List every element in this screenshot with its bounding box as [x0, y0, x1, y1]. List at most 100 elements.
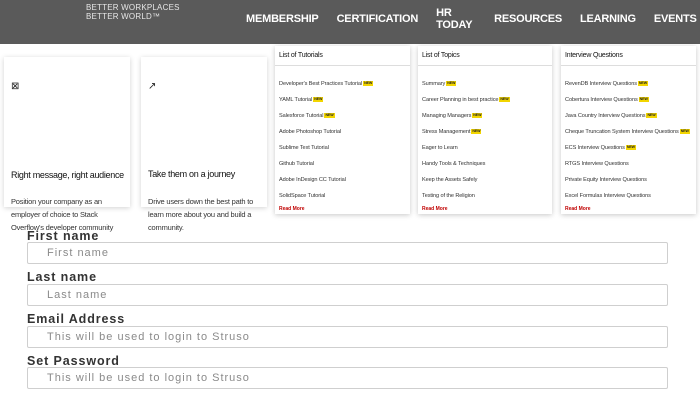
new-badge: NEW [313, 97, 324, 103]
panel-list: Developer's Best Practices Tutorial NEW YA… [279, 76, 374, 204]
panel-item-label: Github Tutorial [279, 161, 314, 167]
password-label: Set Password [27, 354, 120, 368]
panel-item-label: Excel Formulas Interview Questions [565, 193, 651, 199]
read-more-link[interactable]: Read More [422, 206, 448, 212]
nav-item-learning[interactable]: LEARNING [580, 13, 636, 25]
panel-list: Summary NEW Career Planning in best practi… [422, 76, 510, 204]
new-badge: NEW [471, 129, 482, 135]
panel-item-label: Sublime Text Tutorial [279, 145, 329, 151]
panel-item-label: Cheque Truncation System Interview Quest… [565, 129, 679, 135]
panel-item-label: RTGS Interview Questions [565, 161, 629, 167]
read-more-link[interactable]: Read More [279, 206, 305, 212]
panel-heading: Interview Questions [565, 52, 623, 59]
panel-list-item[interactable]: Developer's Best Practices Tutorial NEW [279, 76, 374, 92]
email-input[interactable] [27, 326, 668, 348]
divider [561, 65, 696, 66]
panel-list-item[interactable]: Keep the Assets Safely [422, 172, 510, 188]
panel-list-item[interactable]: Salesforce Tutorial NEW [279, 108, 373, 124]
divider [418, 65, 552, 66]
nav-item-events[interactable]: EVENTS [654, 13, 697, 25]
new-badge: NEW [324, 113, 335, 119]
panel-list-item[interactable]: Adobe Photoshop Tutorial [279, 124, 373, 140]
new-badge: NEW [679, 129, 690, 135]
panel-item-label: Keep the Assets Safely [422, 177, 478, 183]
first-name-input[interactable] [27, 242, 668, 264]
panel-list-item[interactable]: Excel Formulas Interview Questions [565, 188, 690, 204]
panel-heading: List of Topics [422, 52, 460, 59]
new-badge: NEW [646, 113, 657, 119]
panel-item-label: Java Country Interview Questions [565, 113, 646, 119]
last-name-label: Last name [27, 270, 97, 284]
last-name-input[interactable] [27, 284, 668, 306]
panel-topics: List of Topics Summary NEW Career Planning… [418, 46, 552, 214]
new-badge: NEW [446, 81, 457, 87]
nav-item-certification[interactable]: CERTIFICATION [337, 13, 419, 25]
top-nav-bar: BETTER WORKPLACES BETTER WORLD™ MEMBERSH… [0, 0, 700, 44]
panel-list-item[interactable]: Testing of the Religion [422, 188, 510, 204]
feature-card-journey: ↗ Take them on a journey Drive users dow… [141, 57, 267, 232]
panel-list-item[interactable]: Handy Tools & Techniques [422, 156, 510, 172]
panel-list-item[interactable]: RTGS Interview Questions [565, 156, 690, 172]
panel-list-item[interactable]: Cobertura Interview Questions NEW [565, 92, 690, 108]
message-icon: ⊠ [11, 81, 20, 92]
nav-item-resources[interactable]: RESOURCES [494, 13, 562, 25]
new-badge: NEW [625, 145, 636, 151]
panel-item-label: Handy Tools & Techniques [422, 161, 486, 167]
new-badge: NEW [638, 97, 649, 103]
brand-line-2: BETTER WORLD™ [86, 12, 161, 21]
new-badge: NEW [363, 81, 374, 87]
arrow-icon: ↗ [148, 81, 157, 92]
panel-list-item[interactable]: Cheque Truncation System Interview Quest… [565, 124, 690, 140]
panel-list: RevenDB Interview Questions NEW Cobertura … [565, 76, 690, 204]
card-title: Right message, right audience [11, 170, 124, 180]
panel-item-label: RevenDB Interview Questions [565, 81, 637, 87]
panel-item-label: SolidSpace Tutorial [279, 193, 326, 199]
panel-list-item[interactable]: SolidSpace Tutorial [279, 188, 373, 204]
panel-item-label: Managing Managers [422, 113, 472, 119]
panel-list-item[interactable]: Private Equity Interview Questions [565, 172, 690, 188]
panel-list-item[interactable]: Adobe InDesign CC Tutorial [279, 172, 373, 188]
brand-logo[interactable]: BETTER WORKPLACES BETTER WORLD™ [86, 3, 180, 21]
panel-item-label: Eager to Learn [422, 145, 458, 151]
new-badge: NEW [472, 113, 483, 119]
panel-list-item[interactable]: Managing Managers NEW [422, 108, 510, 124]
panel-item-label: Career Planning in best practice [422, 97, 499, 103]
first-name-label: First name [27, 229, 100, 243]
panel-item-label: Stress Management [422, 129, 471, 135]
password-input[interactable] [27, 367, 668, 389]
panel-list-item[interactable]: Summary NEW [422, 76, 510, 92]
panel-item-label: ECS Interview Questions [565, 145, 625, 151]
panel-list-item[interactable]: Sublime Text Tutorial [279, 140, 373, 156]
feature-card-audience: ⊠ Right message, right audience Position… [4, 57, 130, 232]
panel-heading: List of Tutorials [279, 52, 323, 59]
brand-line-1: BETTER WORKPLACES [86, 3, 180, 12]
panel-item-label: Developer's Best Practices Tutorial [279, 81, 363, 87]
panel-list-item[interactable]: RevenDB Interview Questions NEW [565, 76, 690, 92]
panel-list-item[interactable]: Career Planning in best practice NEW [422, 92, 510, 108]
main-nav: MEMBERSHIP CERTIFICATION HR TODAY RESOUR… [246, 7, 700, 31]
divider [275, 65, 410, 66]
panel-list-item[interactable]: Github Tutorial [279, 156, 373, 172]
panel-item-label: Adobe Photoshop Tutorial [279, 129, 341, 135]
card-title: Take them on a journey [148, 169, 235, 179]
panel-item-label: Adobe InDesign CC Tutorial [279, 177, 346, 183]
panel-item-label: YAML Tutorial [279, 97, 313, 103]
panel-list-item[interactable]: YAML Tutorial NEW [279, 92, 373, 108]
panel-item-label: Testing of the Religion [422, 193, 475, 199]
panel-interview-questions: Interview Questions RevenDB Interview Qu… [561, 46, 696, 214]
new-badge: NEW [637, 81, 649, 87]
panel-item-label: Private Equity Interview Questions [565, 177, 647, 183]
panel-item-label: Salesforce Tutorial [279, 113, 324, 119]
nav-item-hr-today[interactable]: HR TODAY [436, 7, 476, 31]
read-more-link[interactable]: Read More [565, 206, 591, 212]
panel-item-label: Cobertura Interview Questions [565, 97, 638, 103]
panel-tutorials: List of Tutorials Developer's Best Pract… [275, 46, 410, 214]
panel-list-item[interactable]: Java Country Interview Questions NEW [565, 108, 690, 124]
nav-item-membership[interactable]: MEMBERSHIP [246, 13, 319, 25]
new-badge: NEW [499, 97, 510, 103]
panel-list-item[interactable]: Stress Management NEW [422, 124, 510, 140]
panel-list-item[interactable]: Eager to Learn [422, 140, 510, 156]
panel-list-item[interactable]: ECS Interview Questions NEW [565, 140, 690, 156]
card-body: Drive users down the best path to learn … [148, 197, 254, 232]
panel-item-label: Summary [422, 81, 446, 87]
